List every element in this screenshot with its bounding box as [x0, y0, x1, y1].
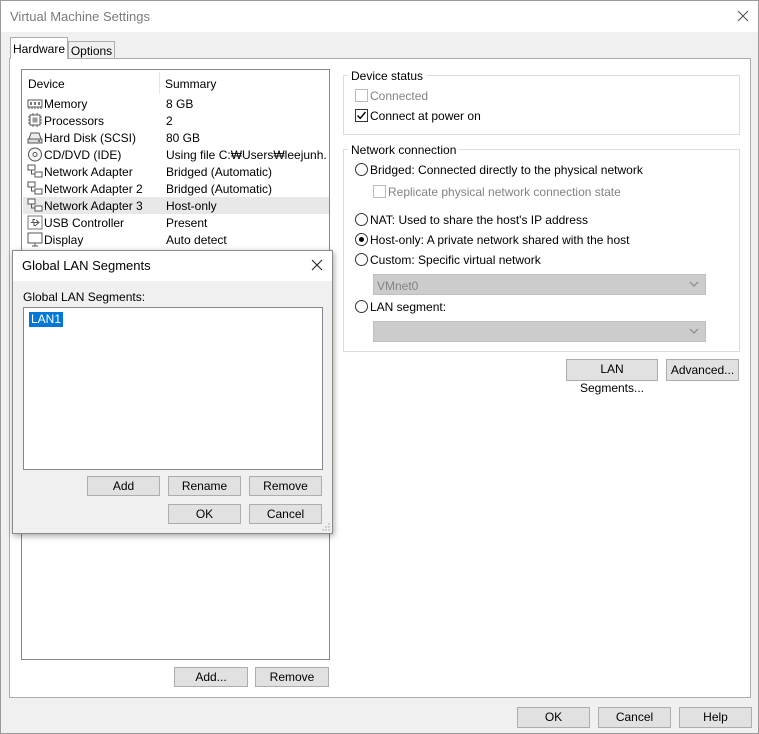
chevron-down-icon — [689, 328, 699, 334]
device-name: Display — [44, 233, 84, 247]
device-summary: Using file C:₩Users₩leejunh... — [166, 148, 326, 162]
memory-icon — [27, 99, 43, 109]
column-divider[interactable] — [159, 72, 160, 94]
device-name: Network Adapter 3 — [44, 199, 143, 213]
lan-segments-list-label: Global LAN Segments: — [23, 290, 146, 304]
device-summary: 8 GB — [166, 97, 194, 111]
device-row-cd-dvd[interactable]: CD/DVD (IDE) Using file C:₩Users₩leejunh… — [23, 146, 329, 163]
cancel-button[interactable]: Cancel — [598, 707, 671, 728]
dialog-ok-button[interactable]: OK — [168, 504, 241, 524]
add-device-button[interactable]: Add... — [174, 667, 248, 687]
bridged-radio[interactable] — [355, 163, 368, 176]
custom-network-select[interactable]: VMnet0 — [373, 274, 706, 295]
host-only-radio[interactable] — [355, 233, 368, 246]
device-row-network-adapter-3[interactable]: Network Adapter 3 Host-only — [23, 197, 329, 214]
remove-segment-button[interactable]: Remove — [249, 476, 322, 496]
replicate-state-checkbox[interactable] — [373, 185, 386, 198]
lan-segment-select[interactable] — [373, 321, 706, 342]
device-name: Network Adapter — [44, 165, 133, 179]
device-row-usb-controller[interactable]: USB Controller Present — [23, 214, 329, 231]
nat-label: NAT: Used to share the host's IP address — [370, 213, 588, 227]
device-name: USB Controller — [44, 216, 125, 230]
custom-network-value: VMnet0 — [377, 279, 419, 293]
remove-device-button[interactable]: Remove — [255, 667, 329, 687]
help-button[interactable]: Help — [679, 707, 752, 728]
ok-button[interactable]: OK — [517, 707, 590, 728]
device-row-memory[interactable]: Memory 8 GB — [23, 95, 329, 112]
lan-segments-button[interactable]: LAN Segments... — [566, 359, 658, 395]
network-adapter-icon — [27, 164, 43, 178]
usb-controller-icon — [27, 215, 43, 230]
device-summary: 80 GB — [166, 131, 201, 145]
display-icon — [27, 232, 43, 247]
close-icon[interactable] — [735, 8, 751, 24]
device-summary: Host-only — [166, 199, 217, 213]
device-summary: Present — [166, 216, 208, 230]
device-status-title: Device status — [348, 69, 427, 83]
connect-at-power-on-checkbox[interactable] — [355, 109, 368, 122]
title-bar: Virtual Machine Settings — [1, 1, 758, 32]
replicate-state-label: Replicate physical network connection st… — [388, 185, 621, 199]
rename-segment-button[interactable]: Rename — [168, 476, 241, 496]
radio-selected-dot — [359, 237, 364, 242]
chevron-down-icon — [689, 281, 699, 287]
hard-disk-icon — [27, 132, 43, 144]
lan-segment-radio[interactable] — [355, 300, 368, 313]
device-name: Memory — [44, 97, 88, 111]
dialog-title: Global LAN Segments — [22, 258, 151, 273]
lan-segment-item[interactable]: LAN1 — [29, 312, 64, 327]
add-segment-button[interactable]: Add — [87, 476, 160, 496]
column-header-summary[interactable]: Summary — [165, 77, 216, 91]
window-title: Virtual Machine Settings — [10, 9, 150, 24]
network-connection-title: Network connection — [348, 143, 460, 157]
close-icon[interactable] — [309, 257, 325, 273]
device-row-network-adapter-2[interactable]: Network Adapter 2 Bridged (Automatic) — [23, 180, 329, 197]
device-row-processors[interactable]: Processors 2 — [23, 112, 329, 129]
device-list-header: Device Summary — [22, 70, 329, 95]
host-only-label: Host-only: A private network shared with… — [370, 233, 630, 247]
network-adapter-icon — [27, 198, 43, 212]
resize-grip-icon[interactable] — [322, 523, 330, 531]
global-lan-segments-dialog: Global LAN Segments Global LAN Segments:… — [12, 250, 333, 534]
device-summary: Bridged (Automatic) — [166, 182, 273, 196]
processor-icon — [28, 113, 42, 127]
device-name: Hard Disk (SCSI) — [44, 131, 137, 145]
device-summary: Bridged (Automatic) — [166, 165, 273, 179]
device-name: Processors — [44, 114, 105, 128]
nat-radio[interactable] — [355, 213, 368, 226]
tab-hardware[interactable]: Hardware — [10, 37, 68, 59]
device-summary: Auto detect — [166, 233, 227, 247]
column-header-device[interactable]: Device — [28, 77, 65, 91]
custom-label: Custom: Specific virtual network — [370, 253, 541, 267]
lan-segments-list[interactable]: LAN1 — [23, 307, 323, 470]
checkmark-icon — [356, 111, 367, 120]
connected-label: Connected — [370, 89, 429, 103]
dialog-title-bar: Global LAN Segments — [13, 251, 332, 281]
cd-dvd-icon — [28, 147, 42, 162]
custom-radio[interactable] — [355, 253, 368, 266]
device-summary: 2 — [166, 114, 173, 128]
connect-at-power-on-label: Connect at power on — [370, 109, 481, 123]
device-name: Network Adapter 2 — [44, 182, 143, 196]
advanced-button[interactable]: Advanced... — [666, 359, 739, 381]
network-adapter-icon — [27, 181, 43, 195]
device-name: CD/DVD (IDE) — [44, 148, 122, 162]
device-status-group — [343, 75, 740, 135]
tab-options[interactable]: Options — [68, 41, 115, 59]
device-row-display[interactable]: Display Auto detect — [23, 231, 329, 248]
lan-segment-label: LAN segment: — [370, 300, 447, 314]
bridged-label: Bridged: Connected directly to the physi… — [370, 163, 643, 177]
device-row-hard-disk[interactable]: Hard Disk (SCSI) 80 GB — [23, 129, 329, 146]
connected-checkbox[interactable] — [355, 89, 368, 102]
dialog-cancel-button[interactable]: Cancel — [249, 504, 322, 524]
device-row-network-adapter[interactable]: Network Adapter Bridged (Automatic) — [23, 163, 329, 180]
